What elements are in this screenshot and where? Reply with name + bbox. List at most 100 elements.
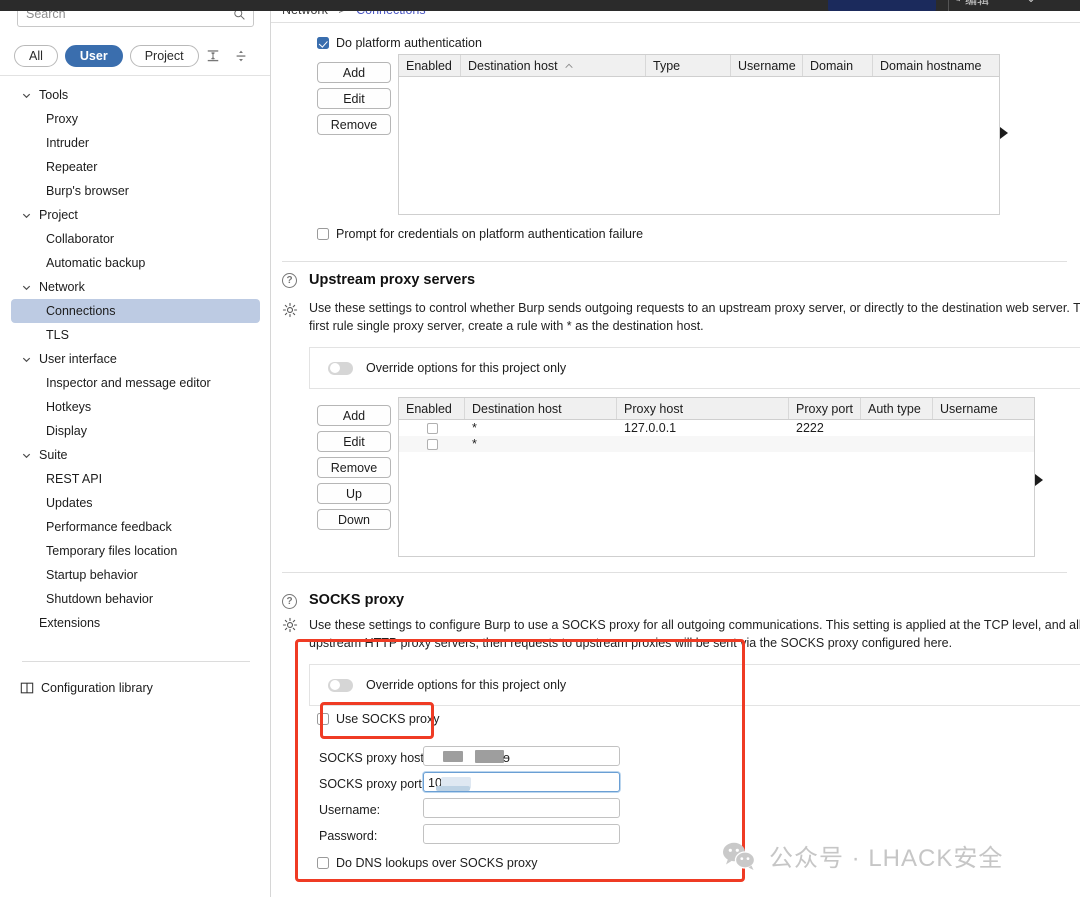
breadcrumb-parent[interactable]: Network xyxy=(282,11,328,17)
tree-group-user-interface[interactable]: User interface xyxy=(0,347,270,371)
search-input[interactable]: Search xyxy=(17,11,254,27)
sidebar-item-tls[interactable]: TLS xyxy=(11,323,260,347)
password-label: Password: xyxy=(319,829,378,843)
sidebar-divider xyxy=(0,75,270,76)
table-row[interactable]: * xyxy=(399,436,1034,452)
expand-all-icon[interactable] xyxy=(234,49,248,63)
dns-lookups-checkbox[interactable] xyxy=(317,857,329,869)
row-enabled-cell[interactable] xyxy=(399,436,465,452)
column-header-destination-host[interactable]: Destination host xyxy=(465,398,617,419)
tree-group-suite[interactable]: Suite xyxy=(0,443,270,467)
gear-icon[interactable] xyxy=(282,302,298,318)
upstream-scroll-right-arrow[interactable] xyxy=(1035,474,1043,486)
row-enabled-checkbox[interactable] xyxy=(426,422,438,434)
platform-auth-edit-button[interactable]: Edit xyxy=(317,88,391,109)
tree-item-label: Shutdown behavior xyxy=(46,592,154,606)
sidebar-item-automatic-backup[interactable]: Automatic backup xyxy=(11,251,260,275)
tree-item-label: TLS xyxy=(46,328,69,342)
sidebar-item-updates[interactable]: Updates xyxy=(11,491,260,515)
prompt-for-credentials-checkbox[interactable] xyxy=(317,228,329,240)
table-row[interactable]: * 127.0.0.1 2222 xyxy=(399,420,1034,436)
question-circle-icon[interactable]: ? xyxy=(282,273,297,288)
sidebar-item-intruder[interactable]: Intruder xyxy=(11,131,260,155)
column-header-type[interactable]: Type xyxy=(646,55,731,76)
use-socks-proxy-checkbox[interactable] xyxy=(317,713,329,725)
sidebar-item-collaborator[interactable]: Collaborator xyxy=(11,227,260,251)
sidebar-item-connections[interactable]: Connections xyxy=(11,299,260,323)
filter-segmented-control: All User Project xyxy=(0,37,270,75)
column-header-domain-hostname[interactable]: Domain hostname xyxy=(873,55,999,76)
sidebar-item-startup-behavior[interactable]: Startup behavior xyxy=(11,563,260,587)
redaction-block xyxy=(475,750,504,763)
breadcrumb-separator: > xyxy=(338,11,345,17)
sidebar-item-temporary-files-location[interactable]: Temporary files location xyxy=(11,539,260,563)
upstream-up-button[interactable]: Up xyxy=(317,483,391,504)
sidebar-divider-bottom xyxy=(22,661,250,662)
upstream-add-button[interactable]: Add xyxy=(317,405,391,426)
upstream-remove-button[interactable]: Remove xyxy=(317,457,391,478)
row-username xyxy=(933,420,1034,436)
tree-item-label: Performance feedback xyxy=(46,520,172,534)
search-placeholder: Search xyxy=(26,11,66,21)
tree-group-label: Tools xyxy=(39,88,69,102)
top-strip-highlight xyxy=(828,0,936,11)
tree-group-network[interactable]: Network xyxy=(0,275,270,299)
sidebar-item-inspector-and-message-editor[interactable]: Inspector and message editor xyxy=(11,371,260,395)
password-input[interactable] xyxy=(423,824,620,844)
do-platform-authentication-checkbox[interactable] xyxy=(317,37,329,49)
tree-group-project[interactable]: Project xyxy=(0,203,270,227)
sidebar-item-rest-api[interactable]: REST API xyxy=(11,467,260,491)
prompt-for-credentials-label: Prompt for credentials on platform authe… xyxy=(336,227,644,241)
tree-item-label: Proxy xyxy=(46,112,78,126)
column-header-username[interactable]: Username xyxy=(731,55,803,76)
filter-all-button[interactable]: All xyxy=(14,45,58,67)
tree-group-tools[interactable]: Tools xyxy=(0,83,270,107)
sidebar-item-repeater[interactable]: Repeater xyxy=(11,155,260,179)
do-platform-authentication-row[interactable]: Do platform authentication xyxy=(317,36,482,50)
column-header-enabled[interactable]: Enabled xyxy=(399,55,461,76)
configuration-library-button[interactable]: Configuration library xyxy=(20,676,153,700)
search-row: Search xyxy=(0,11,270,32)
column-header-domain[interactable]: Domain xyxy=(803,55,873,76)
question-circle-icon[interactable]: ? xyxy=(282,594,297,609)
use-socks-proxy-row[interactable]: Use SOCKS proxy xyxy=(317,712,440,726)
prompt-for-credentials-row[interactable]: Prompt for credentials on platform authe… xyxy=(317,227,643,241)
collapse-all-icon[interactable] xyxy=(206,49,220,63)
sidebar-item-display[interactable]: Display xyxy=(11,419,260,443)
column-header-proxy-port[interactable]: Proxy port xyxy=(789,398,861,419)
platform-auth-scroll-right-arrow[interactable] xyxy=(1000,127,1008,139)
row-enabled-checkbox[interactable] xyxy=(426,438,438,450)
sidebar-item-extensions[interactable]: Extensions xyxy=(0,611,270,635)
gear-icon[interactable] xyxy=(282,617,298,633)
section-divider-1 xyxy=(282,261,1067,262)
upstream-override-label: Override options for this project only xyxy=(366,361,567,375)
filter-project-button[interactable]: Project xyxy=(129,45,199,67)
row-destination-host: * xyxy=(472,421,477,435)
platform-auth-remove-button[interactable]: Remove xyxy=(317,114,391,135)
column-header-enabled[interactable]: Enabled xyxy=(399,398,465,419)
sidebar-item-hotkeys[interactable]: Hotkeys xyxy=(11,395,260,419)
platform-auth-add-button[interactable]: Add xyxy=(317,62,391,83)
tree-item-label: Hotkeys xyxy=(46,400,92,414)
sidebar-item-shutdown-behavior[interactable]: Shutdown behavior xyxy=(11,587,260,611)
dns-lookups-row[interactable]: Do DNS lookups over SOCKS proxy xyxy=(317,856,537,870)
row-enabled-cell[interactable] xyxy=(399,420,465,436)
socks-override-card: Override options for this project only xyxy=(309,664,1080,706)
column-header-auth-type[interactable]: Auth type xyxy=(861,398,933,419)
search-icon xyxy=(234,11,245,20)
use-socks-proxy-label: Use SOCKS proxy xyxy=(336,712,440,726)
column-header-username[interactable]: Username xyxy=(933,398,1034,419)
filter-user-button[interactable]: User xyxy=(64,45,123,67)
upstream-edit-button[interactable]: Edit xyxy=(317,431,391,452)
sidebar-item-performance-feedback[interactable]: Performance feedback xyxy=(11,515,260,539)
socks-override-toggle[interactable] xyxy=(328,678,353,692)
column-header-proxy-host[interactable]: Proxy host xyxy=(617,398,789,419)
tree-item-label: Automatic backup xyxy=(46,256,146,270)
username-input[interactable] xyxy=(423,798,620,818)
sidebar-item-burps-browser[interactable]: Burp's browser xyxy=(11,179,260,203)
upstream-down-button[interactable]: Down xyxy=(317,509,391,530)
breadcrumb-current[interactable]: Connections xyxy=(356,11,426,17)
upstream-override-toggle[interactable] xyxy=(328,361,353,375)
sidebar-item-proxy[interactable]: Proxy xyxy=(11,107,260,131)
column-header-destination-host[interactable]: Destination host xyxy=(461,55,646,76)
